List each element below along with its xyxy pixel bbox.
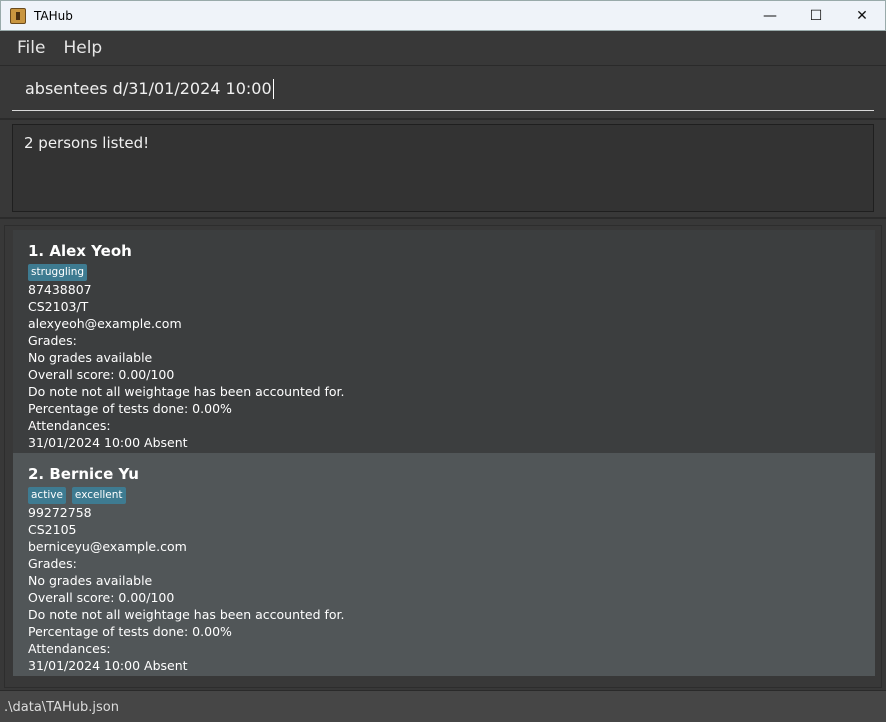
person-detail: Percentage of tests done: 0.00%	[28, 401, 232, 416]
person-name: 1. Alex Yeoh	[28, 242, 132, 260]
person-detail: Attendances:	[28, 418, 111, 433]
text-caret	[272, 78, 274, 99]
person-name: 2. Bernice Yu	[28, 465, 139, 483]
person-detail: 31/01/2024 10:00 Absent	[28, 658, 188, 673]
command-input[interactable]: absentees d/31/01/2024 10:00	[12, 67, 874, 111]
tag-list: active excellent	[28, 487, 860, 504]
person-detail: 87438807	[28, 282, 92, 297]
tag-badge: excellent	[71, 487, 126, 504]
person-detail: Grades:	[28, 333, 77, 348]
menu-bar: File Help	[0, 31, 886, 66]
person-detail: 99272758	[28, 505, 92, 520]
command-text: absentees d/31/01/2024 10:00	[25, 79, 272, 98]
person-card[interactable]: 2. Bernice Yu active excellent 99272758 CS21…	[13, 453, 875, 676]
person-detail: Overall score: 0.00/100	[28, 590, 175, 605]
tag-list: struggling	[28, 264, 860, 281]
person-detail: Do note not all weightage has been accou…	[28, 384, 345, 399]
person-detail: Do note not all weightage has been accou…	[28, 607, 345, 622]
person-detail: 31/01/2024 10:00 Absent	[28, 435, 188, 450]
person-detail: No grades available	[28, 350, 153, 365]
tag-badge: struggling	[28, 264, 88, 281]
person-list[interactable]: 1. Alex Yeoh struggling 87438807 CS2103/T al…	[4, 225, 882, 688]
person-detail: Grades:	[28, 556, 77, 571]
window-title: TAHub	[34, 8, 73, 23]
person-detail: berniceyu@example.com	[28, 539, 187, 554]
menu-file[interactable]: File	[17, 38, 45, 58]
person-detail: CS2103/T	[28, 299, 89, 314]
menu-help[interactable]: Help	[63, 38, 102, 58]
person-detail: CS2105	[28, 522, 77, 537]
person-detail: Percentage of tests done: 0.00%	[28, 624, 232, 639]
status-bar-file-path: .\data\TAHub.json	[0, 690, 886, 722]
person-card[interactable]: 1. Alex Yeoh struggling 87438807 CS2103/T al…	[13, 230, 875, 453]
tag-badge: active	[28, 487, 66, 504]
title-bar: TAHub — ☐ ✕	[0, 0, 886, 31]
person-detail: No grades available	[28, 573, 153, 588]
divider	[0, 217, 886, 219]
person-detail: alexyeoh@example.com	[28, 316, 182, 331]
minimize-button[interactable]: —	[747, 1, 793, 31]
app-icon	[10, 7, 26, 24]
person-detail: Attendances:	[28, 641, 111, 656]
divider	[0, 118, 886, 120]
result-display: 2 persons listed!	[12, 124, 874, 212]
person-detail: Overall score: 0.00/100	[28, 367, 175, 382]
maximize-button[interactable]: ☐	[793, 1, 839, 31]
close-button[interactable]: ✕	[839, 1, 885, 31]
